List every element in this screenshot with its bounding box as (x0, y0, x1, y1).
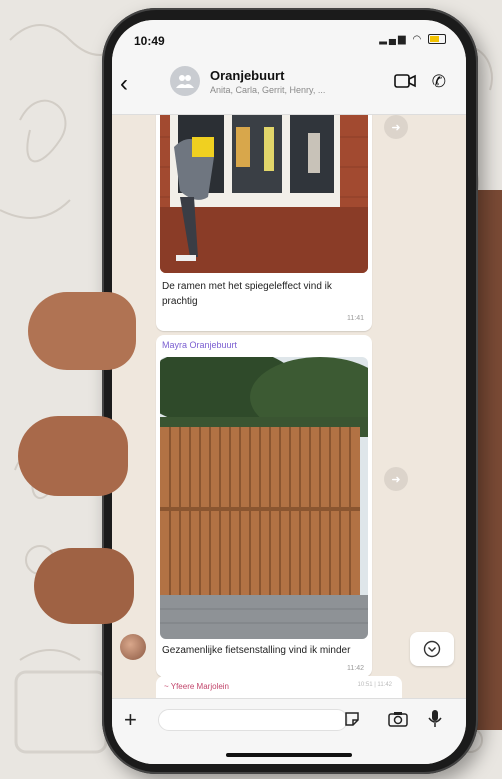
finger (28, 292, 136, 370)
message-input[interactable] (158, 709, 348, 731)
photo-image (160, 115, 368, 273)
phone-icon[interactable]: ✆ (432, 72, 446, 92)
forward-icon[interactable]: ➜ (384, 467, 408, 491)
group-name[interactable]: Oranjebuurt (210, 68, 284, 83)
battery-icon (428, 34, 446, 45)
chevron-down-icon (423, 640, 441, 658)
status-time: 10:49 (134, 34, 165, 48)
sticker-icon[interactable] (344, 711, 360, 727)
reply-preview[interactable]: ~ Yfeere Marjolein 10:51 | 11:42 (156, 676, 402, 698)
message-caption: De ramen met het spiegeleffect vind ik p… (162, 281, 332, 307)
scroll-down-button[interactable] (410, 632, 454, 666)
sender-avatar[interactable] (120, 634, 146, 660)
photo-image (160, 357, 368, 639)
finger (34, 548, 134, 624)
message-caption: Gezamenlijke fietsenstalling vind ik min… (162, 645, 351, 656)
chat-area[interactable]: De ramen met het spiegeleffect vind ik p… (112, 115, 466, 697)
image-message[interactable]: Mayra Oranjebuurt Gezamenlijke fietsenst… (156, 335, 372, 677)
microphone-icon[interactable] (428, 709, 442, 729)
message-time: 11:42 (347, 665, 364, 672)
video-camera-icon[interactable] (394, 74, 416, 88)
back-chevron-icon[interactable]: ‹ (120, 72, 128, 96)
finger (18, 416, 128, 496)
plus-icon[interactable]: + (124, 707, 137, 733)
photo-fence[interactable] (160, 357, 368, 639)
chat-header: ‹ Oranjebuurt Anita, Carla, Gerrit, Henr… (112, 56, 466, 115)
forward-icon[interactable]: ➜ (384, 115, 408, 139)
wifi-icon: ◠ (412, 34, 424, 45)
whatsapp-screen: 10:49 ▂▄▆ ◠ ‹ Oranjebuurt Anita, Carla, … (112, 20, 466, 764)
status-icons: ▂▄▆ ◠ (379, 34, 446, 45)
input-bar: + (112, 698, 466, 764)
sender-name: Mayra Oranjebuurt (162, 340, 238, 350)
reply-time: 10:51 | 11:42 (357, 682, 392, 688)
group-icon (176, 75, 194, 88)
status-bar: 10:49 ▂▄▆ ◠ (112, 20, 466, 56)
reply-name: ~ Yfeere Marjolein (164, 682, 229, 691)
camera-icon[interactable] (388, 711, 408, 727)
group-members[interactable]: Anita, Carla, Gerrit, Henry, ... (210, 85, 325, 95)
message-time: 11:41 (347, 315, 364, 322)
photo-windows[interactable] (160, 115, 368, 273)
home-indicator (226, 753, 352, 757)
group-avatar[interactable] (170, 66, 200, 96)
image-message[interactable]: De ramen met het spiegeleffect vind ik p… (156, 115, 372, 331)
signal-icon: ▂▄▆ (379, 34, 408, 45)
